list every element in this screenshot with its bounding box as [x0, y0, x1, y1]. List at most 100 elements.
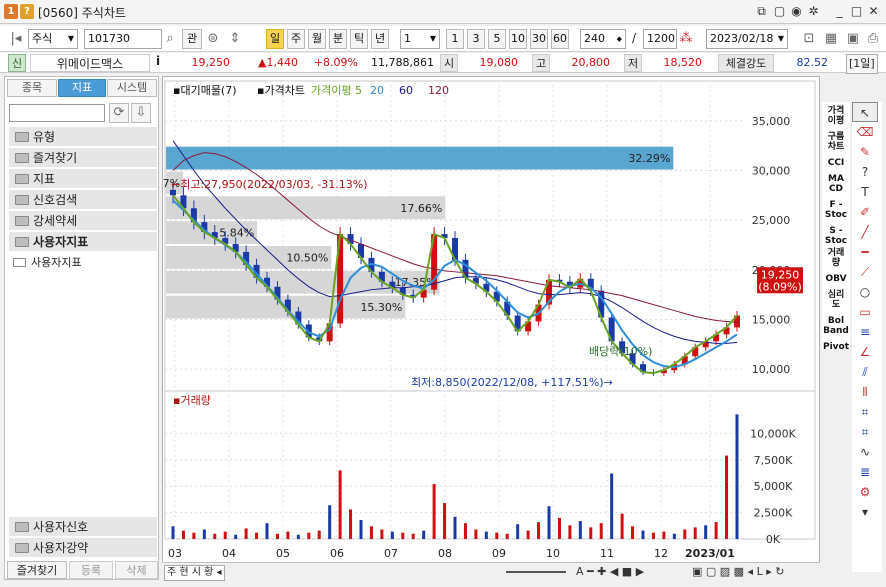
ind-bollinger[interactable]: Bol Band	[822, 316, 850, 336]
maximize-icon[interactable]: □	[849, 4, 864, 19]
nav-buttons[interactable]: A ━ ✚ ◀ ■ ▶	[576, 565, 644, 578]
ind-pivot[interactable]: Pivot	[822, 342, 850, 352]
interval-1[interactable]: 1	[446, 29, 464, 49]
open-folder-icon	[13, 258, 26, 267]
volume-bar	[453, 516, 457, 539]
market-select[interactable]: 주식 ▼	[28, 29, 78, 49]
code-input[interactable]: 101730	[84, 29, 162, 49]
interval-3[interactable]: 3	[467, 29, 485, 49]
auto-tool-icon[interactable]: ⚙	[852, 482, 878, 502]
interval-30[interactable]: 30	[530, 29, 548, 49]
ind-obv[interactable]: OBV	[822, 274, 850, 284]
scroll-down-icon[interactable]: ▾	[852, 502, 878, 522]
folder-strength[interactable]: 강세약세	[9, 211, 157, 231]
scroll-buttons[interactable]: 주 현 시 황 ◂	[164, 565, 225, 581]
chart-type-icon[interactable]: ▦	[822, 29, 840, 49]
print-icon[interactable]: ⎙	[864, 29, 882, 49]
chart-canvas[interactable]: 10,00015,00020,00025,00030,00035,0000304…	[163, 77, 821, 565]
bars-stepper[interactable]: 240 ◆	[580, 29, 626, 49]
text-tool-icon[interactable]: T	[852, 182, 878, 202]
link-chain-icon[interactable]: ⊜	[204, 29, 222, 49]
folder-type[interactable]: 유형	[9, 127, 157, 147]
ind-fstoch[interactable]: F - Stoc	[822, 200, 850, 220]
help-icon[interactable]: ?	[20, 4, 34, 19]
folder-user-strength[interactable]: 사용자강약	[9, 538, 157, 558]
save-icon[interactable]: ▣	[844, 29, 862, 49]
ind-macd[interactable]: MA CD	[822, 174, 850, 194]
ind-ichimoku[interactable]: 구름 차트	[822, 132, 850, 152]
folder-signal-search[interactable]: 신호검색	[9, 190, 157, 210]
ind-cci[interactable]: CCI	[822, 158, 850, 168]
wave-tool-icon[interactable]: ∿	[852, 442, 878, 462]
angle-tool-icon[interactable]: ∠	[852, 342, 878, 362]
date-select[interactable]: 2023/02/18 ▼	[706, 29, 788, 49]
ind-psy[interactable]: 심리 도	[822, 290, 850, 310]
period-minute[interactable]: 분	[329, 29, 347, 49]
folder-favorites[interactable]: 즐겨찾기	[9, 148, 157, 168]
ind-sstoch[interactable]: S - Stoc	[822, 226, 850, 246]
interval-select[interactable]: 1 ▼	[400, 29, 440, 49]
channel-tool-icon[interactable]: ⫽	[852, 362, 878, 382]
fib-tool-icon[interactable]: ≡	[852, 322, 878, 342]
cursor-tool-icon[interactable]: ↖	[852, 102, 878, 122]
download-icon[interactable]: ⇩	[131, 103, 151, 123]
pen-tool-icon[interactable]: ✐	[852, 202, 878, 222]
copy-icon[interactable]: ▢	[772, 4, 787, 19]
line-tool-icon[interactable]: ╱	[852, 222, 878, 242]
eraser-tool-icon[interactable]: ⌫	[852, 122, 878, 142]
period-week[interactable]: 주	[287, 29, 305, 49]
grid-tool-icon[interactable]: ⌗	[852, 402, 878, 422]
search-icon[interactable]: ⌕	[162, 29, 178, 49]
close-icon[interactable]: ✕	[866, 4, 881, 19]
first-icon[interactable]: |◂	[8, 29, 24, 49]
lock-icon[interactable]: ⊡	[800, 29, 818, 49]
period-tick[interactable]: 틱	[350, 29, 368, 49]
ray-tool-icon[interactable]: ⟋	[852, 262, 878, 282]
all-erase-icon[interactable]: ✎	[852, 142, 878, 162]
period-badge[interactable]: [1일]	[846, 54, 878, 74]
period-month[interactable]: 월	[308, 29, 326, 49]
stock-name[interactable]: 위메이드맥스	[30, 54, 150, 72]
camera-icon[interactable]: ◉	[789, 4, 804, 19]
link-icon[interactable]: ⧉	[754, 4, 769, 19]
total-input[interactable]: 1200	[643, 29, 677, 49]
grid-settings-icon[interactable]: ⁂	[678, 29, 694, 49]
hline-tool-icon[interactable]: ━	[852, 242, 878, 262]
speed-tool-icon[interactable]: ≣	[852, 462, 878, 482]
updown-icon[interactable]: ⇕	[224, 29, 246, 49]
fan-tool-icon[interactable]: ⌗	[852, 422, 878, 442]
cycle-tool-icon[interactable]: ⦀	[852, 382, 878, 402]
info-icon[interactable]: i	[156, 54, 160, 68]
rect-tool-icon[interactable]: ▭	[852, 302, 878, 322]
export-icons[interactable]: ▣ ▢ ▨ ▩ ◂ L ▸ ↻	[692, 565, 784, 578]
ind-price-ma[interactable]: 가격 이평	[822, 106, 850, 126]
favorites-button[interactable]: 즐겨찾기	[7, 561, 67, 579]
tab-system[interactable]: 시스템	[107, 79, 157, 97]
period-day[interactable]: 일	[266, 29, 284, 49]
folder-user-indicators[interactable]: 사용자지표	[9, 232, 157, 252]
volume-bar	[328, 505, 332, 539]
tree-item-user-indicator[interactable]: 사용자지표	[11, 255, 157, 271]
gear-icon[interactable]: ✲	[806, 4, 821, 19]
folder-user-signals[interactable]: 사용자신호	[9, 517, 157, 537]
volume-bar	[641, 530, 645, 539]
help-tool-icon[interactable]: ?	[852, 162, 878, 182]
register-button[interactable]: 등록	[69, 561, 113, 579]
tab-stocks[interactable]: 종목	[7, 79, 57, 97]
ind-volume[interactable]: 거래 량	[822, 248, 850, 268]
circle-tool-icon[interactable]: ○	[852, 282, 878, 302]
interval-5[interactable]: 5	[488, 29, 506, 49]
folder-icon	[15, 237, 29, 247]
indicator-search-input[interactable]	[9, 104, 105, 122]
refresh-icon[interactable]: ⟳	[109, 103, 129, 123]
folder-indicators[interactable]: 지표	[9, 169, 157, 189]
interval-10[interactable]: 10	[509, 29, 527, 49]
minimize-icon[interactable]: _	[832, 4, 847, 19]
tab-indicators[interactable]: 지표	[58, 79, 106, 97]
interval-60[interactable]: 60	[551, 29, 569, 49]
zoom-slider[interactable]	[506, 571, 566, 573]
chart-area[interactable]: 10,00015,00020,00025,00030,00035,0000304…	[162, 76, 820, 568]
delete-button[interactable]: 삭제	[115, 561, 158, 579]
period-year[interactable]: 년	[371, 29, 389, 49]
compare-button[interactable]: 관	[182, 29, 202, 49]
